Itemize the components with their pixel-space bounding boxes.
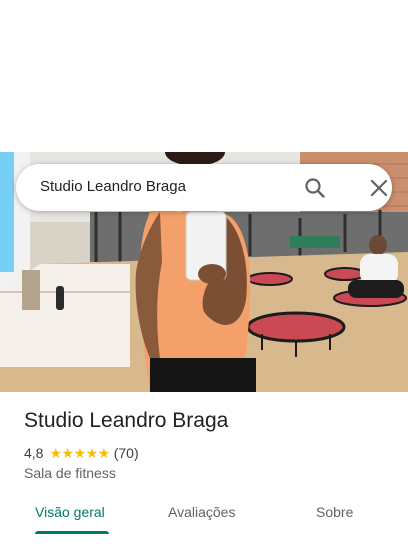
rating-row[interactable]: 4,8 ★★★★★ (70): [24, 444, 139, 462]
tab-reviews[interactable]: Avaliações: [168, 504, 235, 520]
place-title: Studio Leandro Braga: [24, 409, 229, 432]
rating-value: 4,8: [24, 445, 44, 461]
active-tab-indicator: [35, 531, 109, 534]
map-top-area: [0, 0, 408, 152]
review-count[interactable]: (70): [114, 445, 139, 461]
search-bar[interactable]: Studio Leandro Braga: [16, 164, 392, 211]
tab-about[interactable]: Sobre: [316, 504, 353, 520]
search-icon[interactable]: [303, 176, 327, 200]
tab-overview[interactable]: Visão geral: [35, 504, 105, 520]
search-query-text[interactable]: Studio Leandro Braga: [40, 178, 186, 195]
close-icon[interactable]: [368, 177, 390, 199]
place-category[interactable]: Sala de fitness: [24, 465, 116, 481]
star-rating-icon: ★★★★★: [49, 444, 110, 461]
